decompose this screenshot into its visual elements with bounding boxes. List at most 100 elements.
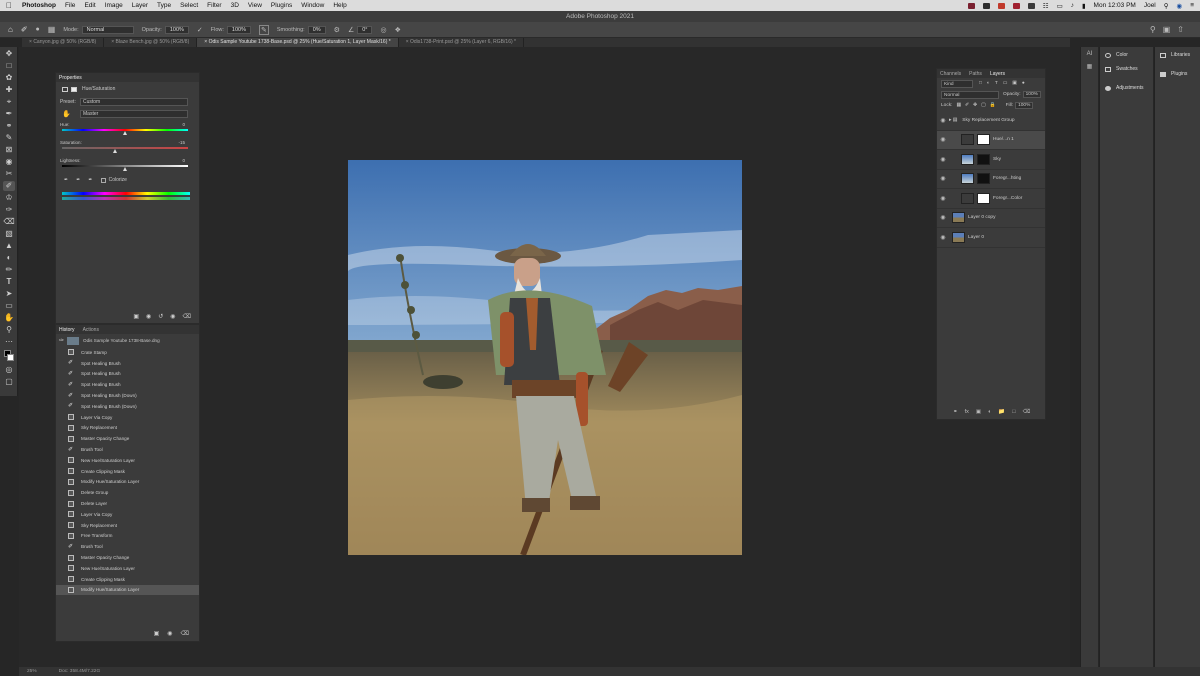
spot-healing-tool-icon[interactable]: ⚭: [3, 121, 15, 131]
layer-name[interactable]: Layer 0: [968, 235, 984, 240]
move-tool-icon[interactable]: ✥: [3, 49, 15, 59]
home-icon[interactable]: ⌂: [8, 25, 13, 34]
brush-size-picker[interactable]: ●: [36, 26, 40, 33]
wifi-icon[interactable]: ☷: [1043, 2, 1049, 10]
angle-field[interactable]: 0°: [357, 25, 373, 34]
visibility-icon[interactable]: ◉: [170, 313, 175, 320]
menu-app-name[interactable]: Photoshop: [22, 2, 56, 9]
layer-name[interactable]: Sky: [993, 157, 1001, 162]
layer-thumbnail[interactable]: [961, 173, 974, 185]
menu-view[interactable]: View: [248, 2, 262, 9]
filter-adjust-icon[interactable]: ◐: [987, 81, 990, 86]
gradient-tool-icon[interactable]: ▧: [3, 229, 15, 239]
targeted-adjust-hand-icon[interactable]: ✋: [62, 110, 80, 118]
menu-edit[interactable]: Edit: [84, 2, 95, 9]
menu-type[interactable]: Type: [157, 2, 171, 9]
siri-icon[interactable]: ◉: [1177, 2, 1183, 10]
menu-plugins[interactable]: Plugins: [271, 2, 292, 9]
snapshot-camera-icon[interactable]: ◉: [167, 630, 172, 637]
new-document-icon[interactable]: ▣: [154, 630, 160, 637]
trash-icon[interactable]: ⌫: [181, 630, 189, 637]
layer-mask-thumbnail[interactable]: [977, 153, 990, 165]
eraser-tool-icon[interactable]: ⌫: [3, 217, 15, 227]
layer-mask-thumbnail[interactable]: [977, 173, 990, 185]
menu-3d[interactable]: 3D: [231, 2, 239, 9]
layer-mask-thumbnail[interactable]: [977, 134, 990, 146]
ai-label[interactable]: AI: [1081, 51, 1098, 57]
menu-help[interactable]: Help: [333, 2, 346, 9]
new-adjustment-icon[interactable]: ◐: [988, 409, 991, 415]
menu-window[interactable]: Window: [301, 2, 324, 9]
share-icon[interactable]: ⇧: [1177, 25, 1184, 34]
eyedropper-minus-icon[interactable]: ✒: [88, 177, 92, 183]
type-tool-icon[interactable]: T: [3, 277, 15, 287]
hue-slider-thumb[interactable]: [123, 131, 127, 135]
history-brush-icon[interactable]: ✑: [59, 337, 64, 344]
fill-field[interactable]: 100%: [1015, 102, 1034, 109]
opacity-control[interactable]: Opacity: 100%: [142, 25, 189, 34]
view-previous-icon[interactable]: ◉: [146, 313, 151, 320]
history-item[interactable]: ✐ Spot Healing Brush: [56, 379, 199, 390]
adjustment-layer-icon[interactable]: [961, 134, 974, 146]
menu-file[interactable]: File: [65, 2, 75, 9]
crop-tool-icon[interactable]: ⌖: [3, 97, 15, 107]
visibility-eye-icon[interactable]: ◉: [937, 234, 949, 241]
clock[interactable]: Mon 12:03 PM: [1094, 2, 1136, 9]
lock-position-icon[interactable]: ✥: [973, 103, 977, 108]
symmetry-icon[interactable]: ❖: [395, 26, 401, 34]
mode-control[interactable]: Mode: Normal: [63, 25, 134, 34]
lightness-slider-thumb[interactable]: [123, 167, 127, 171]
layer-row[interactable]: ◉ Hue/...n 1: [937, 130, 1045, 150]
colorize-checkbox[interactable]: [100, 177, 106, 183]
zoom-tool-icon[interactable]: ⚲: [3, 325, 15, 335]
flow-field[interactable]: 100%: [226, 25, 251, 34]
brush-settings-icon[interactable]: ▦: [48, 25, 56, 34]
saturation-slider-thumb[interactable]: [113, 149, 117, 153]
lock-brush-icon[interactable]: ✐: [965, 103, 969, 108]
filter-kind-select[interactable]: Kind: [941, 79, 973, 88]
history-item[interactable]: Master Opacity Change: [56, 552, 199, 563]
filter-shape-icon[interactable]: ▭: [1003, 81, 1008, 86]
layer-row[interactable]: ◉ Layer 0 copy: [937, 209, 1045, 228]
eyedropper-plus-icon[interactable]: ✒: [76, 177, 80, 183]
add-mask-icon[interactable]: ▣: [976, 409, 981, 415]
panel-color[interactable]: Color: [1100, 48, 1153, 62]
lock-pixels-icon[interactable]: ▦: [956, 103, 961, 108]
visibility-eye-icon[interactable]: ◉: [937, 117, 949, 124]
zoom-level[interactable]: 25%: [27, 669, 37, 674]
history-item[interactable]: ✐ Spot Healing Brush: [56, 358, 199, 369]
app-status-icon[interactable]: [967, 2, 975, 9]
brush-tool-icon[interactable]: ✐: [3, 181, 15, 191]
history-item[interactable]: Layer Via Copy: [56, 509, 199, 520]
visibility-eye-icon[interactable]: ◉: [937, 195, 949, 202]
blur-tool-icon[interactable]: ▲: [3, 241, 15, 251]
history-item[interactable]: ✐ Spot Healing Brush: [56, 369, 199, 380]
blend-mode-select[interactable]: Normal: [941, 90, 999, 99]
saturation-value[interactable]: -15: [178, 140, 185, 145]
delete-icon[interactable]: ⌫: [183, 313, 191, 320]
airbrush-icon[interactable]: ✎: [259, 24, 269, 35]
tab-blaze-bench[interactable]: × Blaze Bench.jpg @ 50% (RGB/8): [104, 38, 198, 47]
history-item[interactable]: Free Transform: [56, 531, 199, 542]
layer-name[interactable]: Layer 0 copy: [968, 215, 995, 220]
layer-thumbnail[interactable]: [952, 231, 965, 243]
history-item[interactable]: Sky Replacement: [56, 423, 199, 434]
layer-mask-thumbnail[interactable]: [977, 192, 990, 204]
layer-row[interactable]: ◉ Layer 0: [937, 228, 1045, 248]
app-status-icon[interactable]: [982, 2, 990, 9]
paragraph-icon[interactable]: ▦: [1081, 63, 1098, 70]
history-item[interactable]: Create Clipping Mask: [56, 574, 199, 585]
history-item[interactable]: Create Clipping Mask: [56, 466, 199, 477]
history-item[interactable]: Delete Layer: [56, 498, 199, 509]
clip-to-layer-icon[interactable]: ▣: [133, 313, 139, 320]
saturation-slider[interactable]: [62, 147, 188, 149]
layer-row[interactable]: ◉ Sky: [937, 150, 1045, 170]
layer-row[interactable]: ◉ Foregr...hting: [937, 170, 1045, 189]
pressure-opacity-icon[interactable]: ✓: [197, 26, 203, 34]
more-tools-icon[interactable]: ⋯: [3, 337, 15, 347]
history-item[interactable]: ✐ Brush Tool: [56, 541, 199, 552]
user-name[interactable]: Joel: [1144, 2, 1156, 9]
smoothing-field[interactable]: 0%: [307, 25, 326, 34]
app-status-icon[interactable]: [997, 2, 1005, 9]
filter-pixel-icon[interactable]: □: [979, 81, 982, 86]
